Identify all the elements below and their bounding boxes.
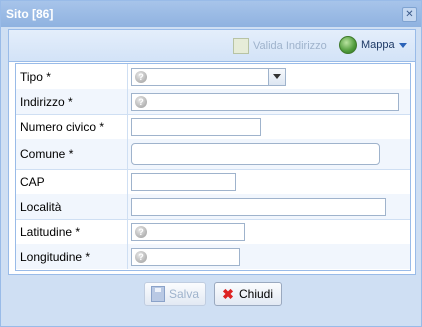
field-label: Località	[16, 194, 128, 219]
help-icon: ?	[135, 70, 147, 83]
localita-input[interactable]	[131, 197, 386, 216]
field-row-comune: Comune *	[16, 139, 410, 170]
longitudine-input[interactable]: ?	[131, 247, 240, 266]
field-label: Longitudine *	[16, 244, 128, 269]
field-row-cap: CAP	[16, 169, 410, 195]
field-label: Indirizzo *	[16, 89, 128, 114]
validate-address-icon	[233, 38, 249, 54]
close-label: Chiudi	[239, 287, 274, 301]
valida-indirizzo-label: Valida Indirizzo	[253, 40, 327, 52]
field-label: Latitudine *	[16, 219, 128, 244]
field-label: CAP	[16, 169, 128, 194]
help-icon: ?	[135, 250, 147, 263]
dialog-window: Sito [86] ✕ Valida Indirizzo Mappa Tipo …	[0, 0, 422, 327]
dropdown-arrow-icon	[273, 74, 281, 79]
close-icon[interactable]: ✕	[402, 7, 417, 22]
field-row-longitudine: Longitudine * ?	[16, 244, 410, 269]
indirizzo-input[interactable]: ?	[131, 92, 399, 111]
close-button[interactable]: ✖ Chiudi	[214, 282, 282, 306]
valida-indirizzo-button[interactable]: Valida Indirizzo	[233, 38, 327, 54]
window-title: Sito [86]	[6, 7, 54, 21]
help-icon: ?	[135, 95, 147, 108]
help-icon: ?	[135, 225, 147, 238]
save-button[interactable]: Salva	[144, 282, 206, 306]
field-label: Comune *	[16, 139, 128, 169]
field-label: Tipo *	[16, 64, 128, 89]
cap-input[interactable]	[131, 172, 236, 191]
dialog-footer: Salva ✖ Chiudi	[8, 282, 414, 312]
floppy-disk-icon	[151, 286, 165, 302]
form-panel: Valida Indirizzo Mappa Tipo * ? Indirizz…	[8, 29, 416, 275]
field-row-latitudine: Latitudine * ?	[16, 219, 410, 245]
field-row-tipo: Tipo * ?	[16, 64, 410, 90]
chevron-down-icon	[398, 42, 407, 48]
save-label: Salva	[168, 287, 199, 301]
tipo-combo[interactable]: ?	[131, 67, 286, 86]
latitudine-input[interactable]: ?	[131, 222, 245, 241]
close-x-icon: ✖	[222, 286, 234, 302]
numero-civico-input[interactable]	[131, 117, 261, 136]
field-row-numero-civico: Numero civico *	[16, 114, 410, 140]
field-row-localita: Località	[16, 194, 410, 220]
mappa-label: Mappa	[361, 39, 395, 51]
field-row-indirizzo: Indirizzo * ?	[16, 89, 410, 115]
globe-icon	[339, 36, 357, 54]
field-grid: Tipo * ? Indirizzo * ? Numero civico * C…	[15, 63, 411, 271]
combo-trigger[interactable]	[268, 68, 285, 85]
mappa-menu-button[interactable]: Mappa	[339, 36, 407, 54]
comune-input[interactable]	[131, 143, 380, 165]
field-label: Numero civico *	[16, 114, 128, 139]
toolbar: Valida Indirizzo Mappa	[9, 30, 415, 62]
title-bar[interactable]: Sito [86] ✕	[1, 1, 421, 27]
